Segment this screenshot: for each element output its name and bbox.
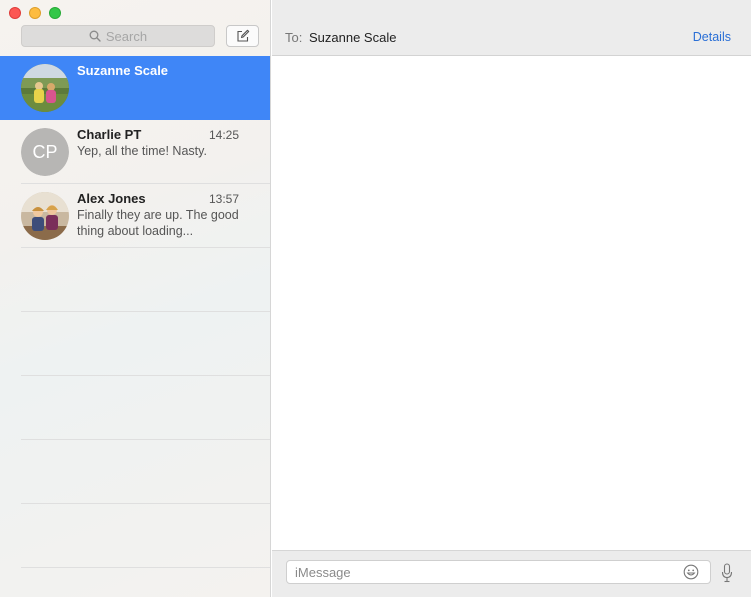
timestamp: 14:25 [208, 128, 239, 142]
conversation-item-suzanne-scale[interactable]: Suzanne Scale [0, 56, 270, 120]
avatar: CP [21, 128, 69, 176]
contact-name: Charlie PT [77, 127, 142, 142]
sidebar: Search Suzanne Scale CP Charlie PT 14:25… [0, 0, 271, 597]
compose-button[interactable] [226, 25, 259, 47]
message-preview: Finally they are up. The good thing abou… [77, 208, 239, 238]
zoom-button[interactable] [49, 7, 61, 19]
window-controls [9, 7, 61, 19]
search-icon [89, 30, 101, 42]
avatar-initials: CP [21, 128, 69, 176]
conversation-item-alex-jones[interactable]: Alex Jones 13:57 Finally they are up. Th… [0, 184, 270, 248]
contact-name: Suzanne Scale [77, 63, 169, 78]
empty-row [0, 504, 270, 568]
conversation-pane: To: Suzanne Scale Details [272, 0, 751, 597]
emoji-icon[interactable] [683, 564, 699, 580]
messages-window: Search Suzanne Scale CP Charlie PT 14:25… [0, 0, 751, 597]
minimize-button[interactable] [29, 7, 41, 19]
microphone-icon[interactable] [721, 563, 733, 583]
to-label: To: [285, 30, 303, 45]
empty-row [0, 376, 270, 440]
empty-row [0, 312, 270, 376]
compose-icon [236, 29, 249, 42]
avatar [21, 64, 69, 112]
details-button[interactable]: Details [693, 30, 731, 44]
close-button[interactable] [9, 7, 21, 19]
empty-row [0, 248, 270, 312]
search-placeholder: Search [105, 28, 148, 44]
composer-bar [272, 550, 751, 597]
message-preview: Yep, all the time! Nasty. [77, 144, 207, 158]
recipient-name[interactable]: Suzanne Scale [309, 30, 396, 45]
conversation-list: Suzanne Scale CP Charlie PT 14:25 Yep, a… [0, 56, 270, 568]
contact-name: Alex Jones [77, 191, 146, 206]
message-input[interactable] [286, 560, 711, 584]
divider [21, 567, 270, 568]
timestamp: 13:57 [208, 192, 239, 206]
conversation-item-charlie-pt[interactable]: CP Charlie PT 14:25 Yep, all the time! N… [0, 120, 270, 184]
empty-row [0, 440, 270, 504]
search-field[interactable]: Search [21, 25, 215, 47]
avatar [21, 192, 69, 240]
conversation-header: To: Suzanne Scale Details [272, 0, 751, 56]
message-thread[interactable] [272, 56, 751, 550]
